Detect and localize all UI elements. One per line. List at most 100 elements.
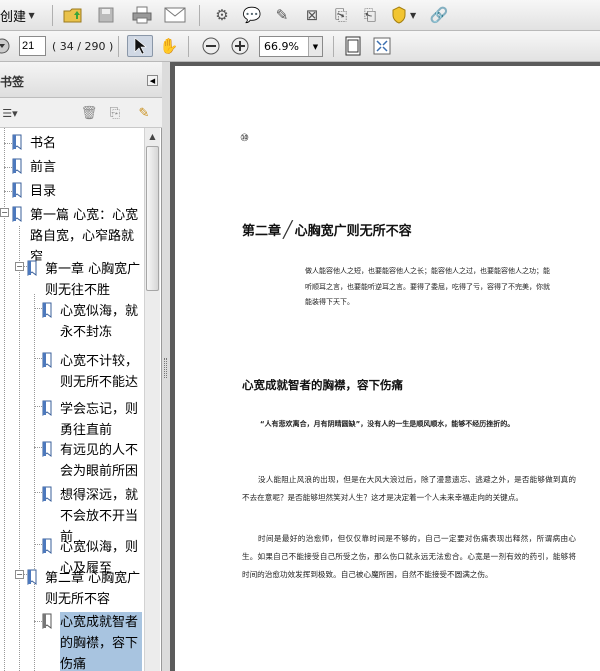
section-epigraph: “人有悲欢离合，月有阴晴圆缺”，没有人的一生是顺风顺水，能够不经历挫折的。 bbox=[260, 420, 515, 428]
zoom-out-button[interactable] bbox=[200, 35, 222, 57]
delete-bookmark-button[interactable]: 🗑 bbox=[80, 104, 98, 122]
navigation-toolbar: ( 34 / 290 ) ✋ 66.9% ▼ bbox=[0, 31, 600, 62]
page-insert-icon: ⎗ bbox=[363, 6, 376, 24]
bookmark-item-selected[interactable]: 心宽成就智者的胸襟，容下伤痛 bbox=[42, 612, 142, 671]
bookmark-icon bbox=[27, 569, 37, 585]
bookmark-item[interactable]: 前言 bbox=[12, 157, 142, 178]
scrollbar-thumb[interactable] bbox=[146, 146, 159, 291]
new-bookmark-icon: ⎘ bbox=[109, 105, 121, 121]
panel-splitter[interactable] bbox=[162, 62, 170, 671]
secure-dropdown[interactable]: ▼ bbox=[410, 11, 416, 20]
body-paragraph: 没人能阻止风浪的出现，但是在大风大浪过后，除了漫意遗忘、逃避之外，是否能够做到真… bbox=[242, 475, 576, 503]
toolbar-separator bbox=[199, 5, 200, 26]
toolbar-separator bbox=[52, 5, 53, 26]
zoom-level-value: 66.9% bbox=[264, 40, 299, 53]
select-tool-button[interactable] bbox=[127, 35, 153, 57]
bookmarks-scrollbar[interactable]: ▲ bbox=[144, 128, 160, 671]
toolbar-separator bbox=[333, 36, 334, 57]
body-paragraph: 时间是最好的治愈师，但仅仅靠时间是不够的，自己一定要对伤痛表现出释然，所谓病由心… bbox=[242, 534, 576, 580]
highlighter-icon: ✎ bbox=[275, 6, 289, 24]
bookmark-icon bbox=[42, 352, 52, 368]
comment-button[interactable]: 💬 bbox=[241, 4, 263, 26]
chapter-heading: 第二章 ╱ 心胸宽广则无所不容 bbox=[242, 220, 412, 239]
bookmark-item[interactable]: 目录 bbox=[12, 181, 142, 202]
bookmark-icon bbox=[42, 613, 52, 629]
collapse-toggle[interactable]: − bbox=[0, 208, 9, 217]
envelope-icon bbox=[164, 7, 186, 23]
bookmark-icon bbox=[12, 206, 22, 222]
document-view[interactable]: ⑩ 第二章 ╱ 心胸宽广则无所不容 做人能容他人之短，也要能容他人之长；能容他人之过… bbox=[170, 62, 600, 671]
cursor-arrow-icon bbox=[134, 37, 147, 55]
bookmark-icon bbox=[12, 182, 22, 198]
chevron-down-icon: ▼ bbox=[410, 11, 417, 20]
new-bookmark-button[interactable]: ⎘ bbox=[106, 104, 124, 122]
bookmark-expand-icon: ✎ bbox=[138, 105, 150, 121]
collapse-toggle[interactable]: − bbox=[15, 570, 24, 579]
chapter-number: 第二章 bbox=[242, 224, 282, 239]
zoom-in-button[interactable] bbox=[229, 35, 251, 57]
bookmark-icon bbox=[12, 158, 22, 174]
bookmark-icon bbox=[42, 441, 52, 457]
chapter-title: 心胸宽广则无所不容 bbox=[294, 224, 412, 239]
extract-page-button[interactable]: ⎘ bbox=[330, 4, 352, 26]
zoom-level-select[interactable]: 66.9% ▼ bbox=[259, 36, 323, 57]
section-title: 心宽成就智者的胸襟，容下伤痛 bbox=[242, 378, 403, 392]
bookmark-item[interactable]: 书名 bbox=[12, 133, 142, 154]
link-button[interactable]: 🔗 bbox=[428, 4, 450, 26]
bookmarks-toolbar: ☰▾ 🗑 ⎘ ✎ bbox=[0, 98, 162, 128]
page-extract-icon: ⎘ bbox=[334, 6, 347, 24]
bookmarks-panel: 书签 ◀ ☰▾ 🗑 ⎘ ✎ − − − 书名 前言 目录 第一篇 心宽：心宽路自… bbox=[0, 62, 162, 671]
arrow-circle-icon bbox=[0, 38, 10, 54]
chevron-down-icon: ▼ bbox=[26, 11, 35, 20]
hand-tool-button[interactable]: ✋ bbox=[158, 35, 180, 57]
insert-page-button[interactable]: ⎗ bbox=[359, 4, 381, 26]
shield-icon bbox=[392, 6, 406, 24]
bookmark-tree: − − − 书名 前言 目录 第一篇 心宽：心宽路自宽，心窄路就窄 第一章 心胸… bbox=[0, 128, 144, 671]
bookmark-icon bbox=[42, 302, 52, 318]
options-menu-button[interactable]: ☰▾ bbox=[0, 104, 20, 122]
bookmark-item[interactable]: 第一章 心胸宽广则无往不胜 bbox=[27, 259, 142, 301]
panel-title: 书签 bbox=[0, 75, 25, 89]
open-folder-button[interactable] bbox=[62, 4, 84, 26]
chevron-left-icon: ◀ bbox=[149, 76, 156, 85]
chevron-up-icon: ▲ bbox=[149, 131, 156, 141]
settings-button[interactable]: ⚙ bbox=[211, 4, 233, 26]
toolbar-separator bbox=[188, 36, 189, 57]
bookmark-item[interactable]: 心宽不计较，则无所不能达 bbox=[42, 351, 142, 393]
bookmark-item[interactable]: 心宽似海，就永不封冻 bbox=[42, 301, 142, 343]
secure-button[interactable] bbox=[388, 4, 410, 26]
splitter-grip[interactable] bbox=[164, 358, 167, 378]
highlight-button[interactable]: ✎ bbox=[271, 4, 293, 26]
save-disk-icon bbox=[98, 7, 114, 23]
email-button[interactable] bbox=[164, 4, 186, 26]
plus-circle-icon bbox=[231, 37, 249, 55]
delete-page-button[interactable]: ⊠ bbox=[301, 4, 323, 26]
create-label: 创建 bbox=[0, 10, 27, 25]
expand-bookmark-button[interactable]: ✎ bbox=[135, 104, 153, 122]
gear-icon: ⚙ bbox=[215, 6, 229, 24]
scroll-up-button[interactable]: ▲ bbox=[145, 128, 160, 144]
printer-icon bbox=[132, 6, 152, 24]
bookmark-item[interactable]: 学会忘记，则勇往直前 bbox=[42, 399, 142, 441]
create-menu-button[interactable]: 创建 ▼ bbox=[0, 6, 35, 25]
bookmark-item[interactable]: 有远见的人不会为眼前所困 bbox=[42, 440, 142, 482]
bookmark-item[interactable]: 第二章 心胸宽广则无所不容 bbox=[27, 568, 142, 610]
document-page: ⑩ 第二章 ╱ 心胸宽广则无所不容 做人能容他人之短，也要能容他人之长；能容他人之过… bbox=[175, 66, 600, 671]
bookmark-icon bbox=[42, 486, 52, 502]
bookmark-icon bbox=[27, 260, 37, 276]
save-button[interactable] bbox=[95, 4, 117, 26]
page-count-label: ( 34 / 290 ) bbox=[52, 40, 114, 53]
fit-page-button[interactable] bbox=[342, 35, 364, 57]
page-number: ⑩ bbox=[240, 133, 249, 144]
chapter-quote: 做人能容他人之短，也要能容他人之长；能容他人之过，也要能容他人之功；能听顺耳之言… bbox=[305, 267, 550, 306]
collapse-panel-button[interactable]: ◀ bbox=[147, 75, 158, 86]
link-chain-icon: 🔗 bbox=[429, 6, 449, 24]
toolbar-separator bbox=[118, 36, 119, 57]
next-page-button[interactable] bbox=[0, 37, 10, 55]
page-number-input[interactable] bbox=[19, 36, 46, 56]
chevron-down-icon[interactable]: ▼ bbox=[308, 37, 322, 56]
folder-icon bbox=[63, 8, 82, 23]
full-screen-button[interactable] bbox=[371, 35, 393, 57]
print-button[interactable] bbox=[131, 4, 153, 26]
bookmarks-panel-header: 书签 ◀ bbox=[0, 62, 162, 98]
